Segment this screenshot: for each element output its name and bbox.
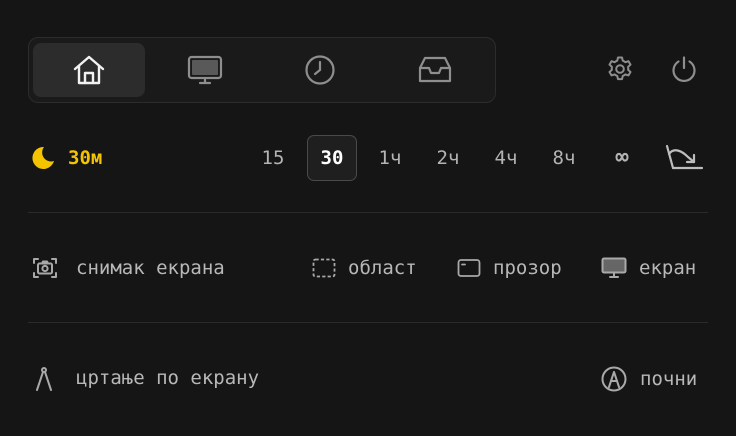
power-button[interactable] <box>670 55 698 83</box>
duration-option[interactable]: 1ч <box>370 135 410 181</box>
pen-circle-icon <box>601 366 627 392</box>
reset-button[interactable] <box>664 143 704 171</box>
gear-icon <box>608 56 632 81</box>
compass-icon <box>36 367 52 391</box>
home-icon <box>73 55 105 85</box>
divider <box>28 322 708 323</box>
capture-area-label: област <box>348 257 417 279</box>
duration-option[interactable]: 4ч <box>486 135 526 181</box>
duration-option[interactable]: 8ч <box>544 135 584 181</box>
capture-window-button[interactable]: прозор <box>457 256 562 280</box>
window-icon <box>457 259 481 277</box>
settings-button[interactable] <box>606 55 634 83</box>
duration-option[interactable]: 15 <box>253 135 293 181</box>
duration-option[interactable]: 2ч <box>428 135 468 181</box>
capture-area-button[interactable]: област <box>312 256 417 280</box>
capture-screen-label: екран <box>639 257 697 279</box>
moon-icon <box>32 146 54 169</box>
start-drawing-button[interactable]: почни <box>601 366 697 392</box>
camera-icon <box>33 258 57 278</box>
monitor-icon <box>601 257 627 278</box>
duration-option-selected[interactable]: 30 <box>307 135 357 181</box>
timer-row: 30м 15 30 1ч 2ч 4ч 8ч ∞ <box>0 133 736 183</box>
tab-home[interactable] <box>33 43 145 97</box>
inbox-icon <box>418 56 452 83</box>
display-icon <box>187 55 223 85</box>
dashed-rectangle-icon <box>312 258 336 278</box>
tab-inbox[interactable] <box>379 43 491 97</box>
clock-icon <box>305 55 335 85</box>
decline-arrow-icon <box>665 144 704 170</box>
screenshot-label: снимак екрана <box>76 257 225 279</box>
power-icon <box>672 56 696 82</box>
start-label: почни <box>640 368 698 390</box>
tab-clock[interactable] <box>264 43 376 97</box>
tab-display[interactable] <box>149 43 261 97</box>
current-timer: 30м <box>68 147 103 169</box>
duration-option-infinite[interactable]: ∞ <box>604 135 640 181</box>
tab-bar <box>28 37 496 103</box>
capture-window-label: прозор <box>493 257 562 279</box>
divider <box>28 212 708 213</box>
draw-label: цртање по екрану <box>76 367 260 389</box>
capture-screen-button[interactable]: екран <box>601 256 696 280</box>
